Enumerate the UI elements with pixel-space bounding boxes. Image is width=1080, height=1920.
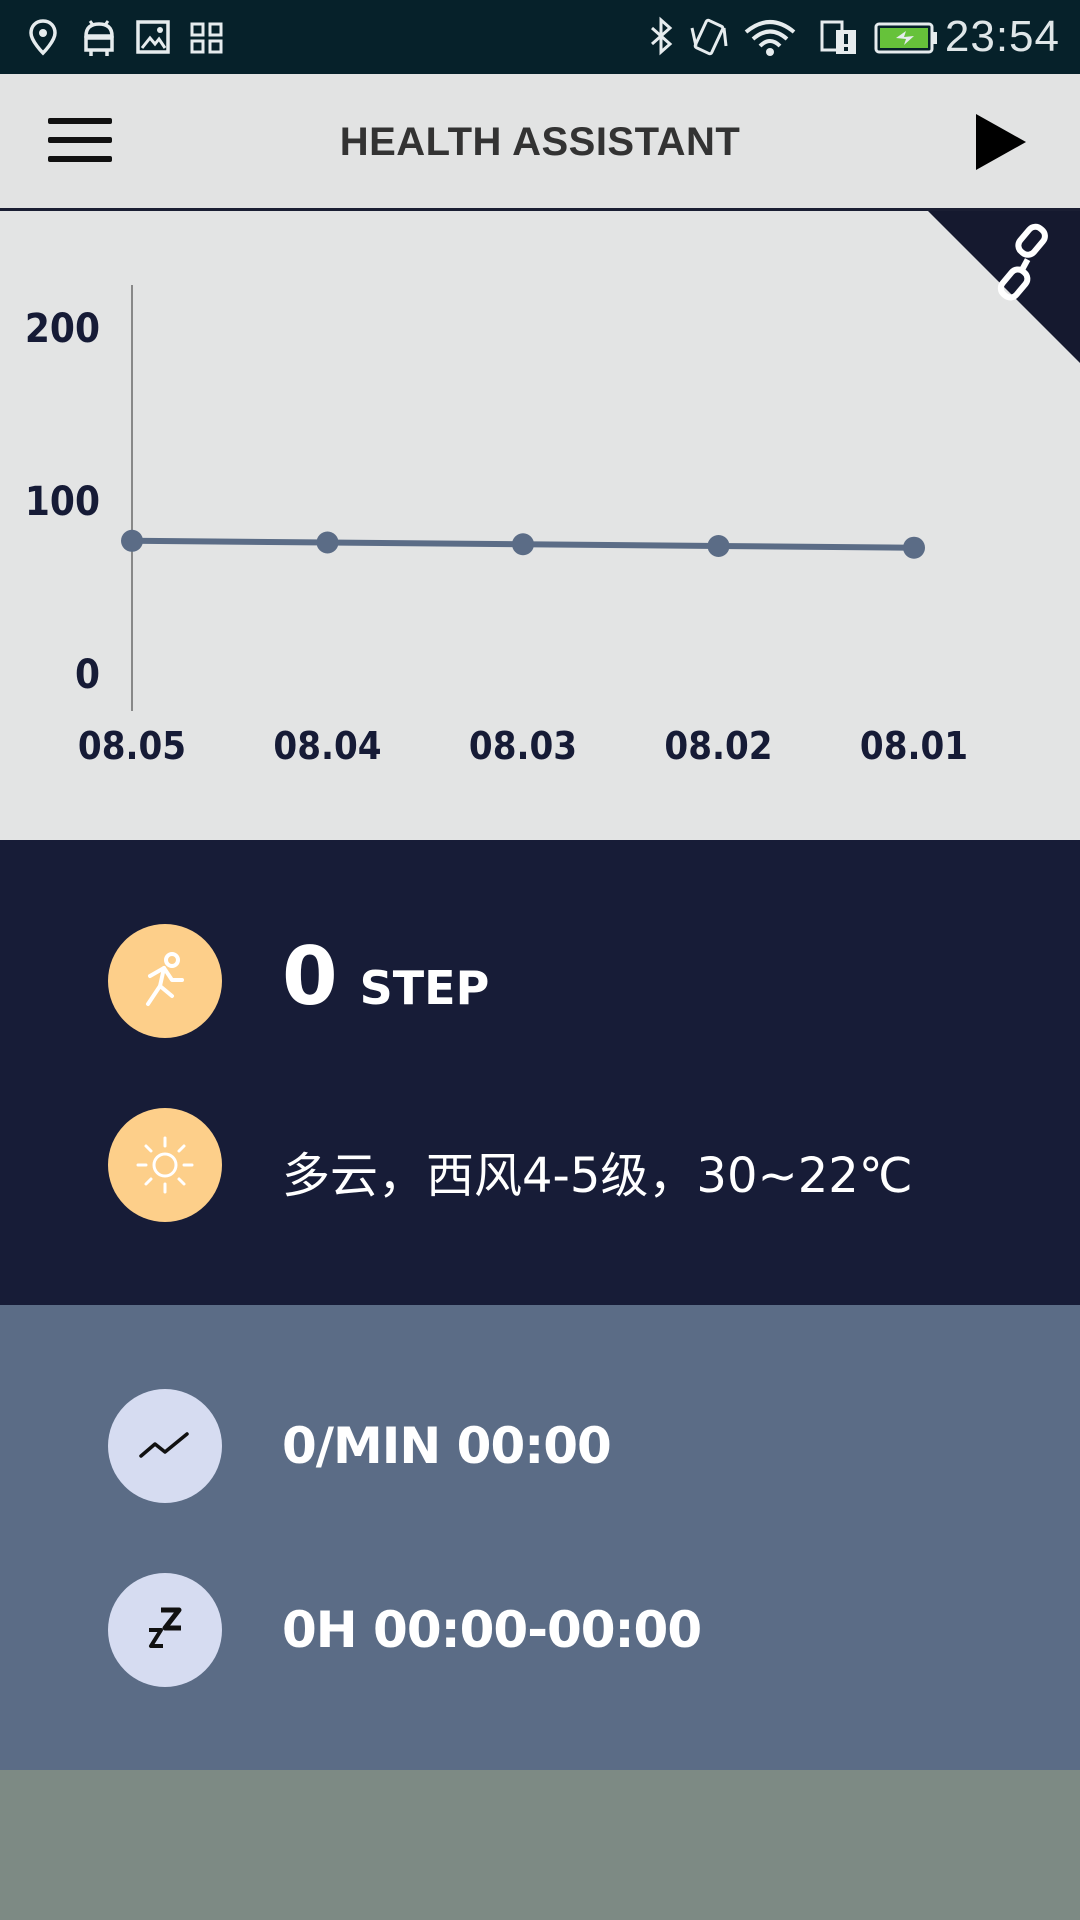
data-point[interactable] — [707, 534, 730, 557]
x-tick-label: 08.02 — [664, 724, 772, 768]
app-title: HEALTH ASSISTANT — [339, 120, 741, 164]
sleep-icon-badge — [108, 1573, 222, 1687]
weather-text: 多云，西风4-5级，30~22℃ — [282, 1148, 913, 1204]
y-tick-label: 200 — [25, 306, 100, 352]
image-icon — [136, 20, 170, 54]
steps-unit: STEP — [359, 961, 490, 1015]
sleep-text: 0H 00:00-00:00 — [282, 1601, 702, 1659]
weather-row[interactable]: 多云，西风4-5级，30~22℃ — [0, 1108, 1080, 1222]
link-icon[interactable] — [978, 221, 1070, 313]
vibrate-icon — [690, 18, 728, 56]
grid-icon — [190, 22, 223, 54]
status-bar: 23:54 — [0, 0, 1080, 74]
app-bar: HEALTH ASSISTANT — [0, 74, 1080, 211]
vitals-section: 0/MIN 00:00 0H 00:00-00:00 — [0, 1305, 1080, 1770]
data-point[interactable] — [316, 531, 339, 554]
sim-icon — [820, 20, 856, 54]
y-tick-label: 100 — [25, 479, 100, 525]
steps-display: 0 STEP — [282, 930, 489, 1023]
trend-icon — [139, 1432, 189, 1458]
chart-section: 200 100 0 08.05 08.04 08.03 08.02 08.01 — [0, 211, 1080, 840]
steps-row[interactable]: 0 STEP — [0, 924, 1080, 1038]
steps-value: 0 — [282, 930, 338, 1023]
activity-section: 0 STEP 多云，西风4-5级，30~22℃ — [0, 840, 1080, 1305]
data-point[interactable] — [903, 536, 925, 559]
x-tick-label: 08.03 — [469, 724, 577, 768]
line-chart: 200 100 0 08.05 08.04 08.03 08.02 08.01 — [25, 285, 968, 768]
x-tick-label: 08.05 — [78, 724, 186, 768]
heart-rate-row[interactable]: 0/MIN 00:00 — [0, 1389, 1080, 1503]
x-tick-label: 08.04 — [273, 724, 381, 768]
battery-icon — [874, 22, 937, 54]
sun-icon-badge — [108, 1108, 222, 1222]
wifi-icon — [744, 20, 796, 56]
running-icon-badge — [108, 924, 222, 1038]
data-point[interactable] — [512, 533, 534, 556]
android-icon — [84, 20, 114, 56]
x-tick-label: 08.01 — [860, 724, 968, 768]
y-tick-label: 0 — [75, 652, 100, 698]
play-button[interactable] — [976, 114, 1026, 170]
trend-icon-badge — [108, 1389, 222, 1503]
location-icon — [29, 19, 57, 56]
bottom-area — [0, 1770, 1080, 1920]
clock: 23:54 — [944, 12, 1060, 61]
heart-rate-text: 0/MIN 00:00 — [282, 1417, 612, 1475]
bluetooth-icon — [651, 16, 673, 56]
sleep-icon — [149, 1607, 182, 1648]
sun-icon — [136, 1136, 194, 1194]
sleep-row[interactable]: 0H 00:00-00:00 — [0, 1573, 1080, 1687]
running-icon — [146, 952, 184, 1006]
data-point[interactable] — [121, 529, 143, 552]
